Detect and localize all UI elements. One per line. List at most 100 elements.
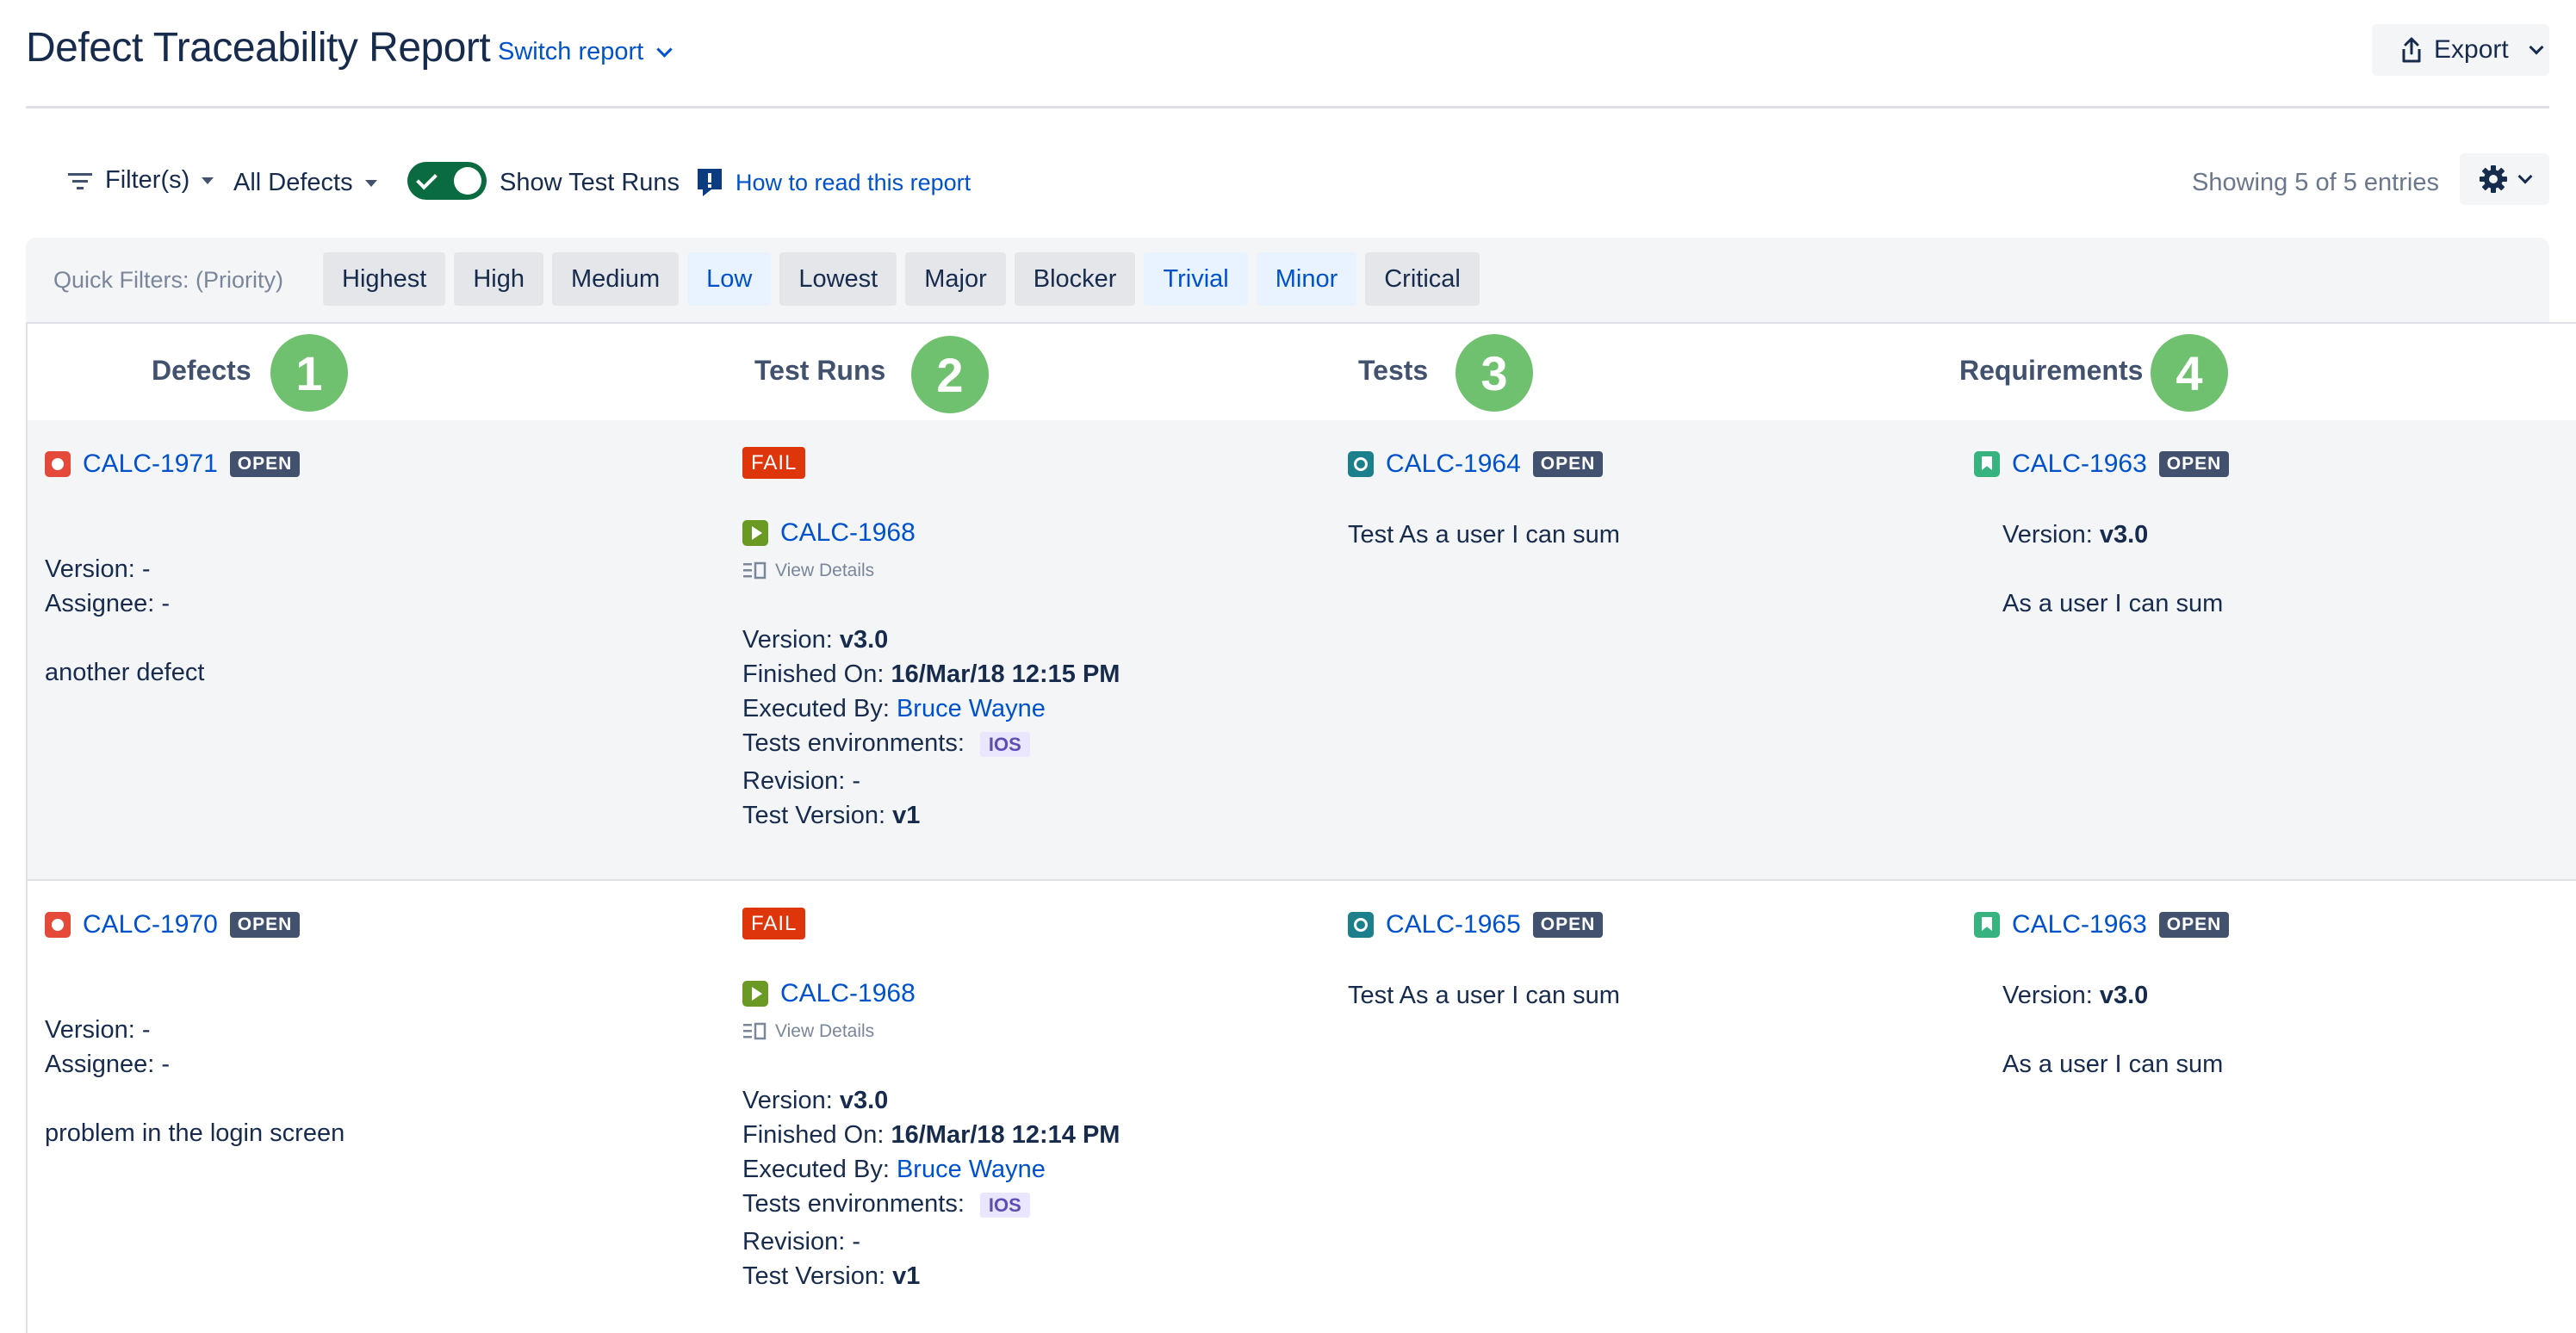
- status-badge: OPEN: [229, 912, 301, 938]
- test-run-key: CALC-1968: [780, 518, 916, 547]
- requirement-summary: As a user I can sum: [2002, 1051, 2224, 1078]
- requirement-version: Version: v3.0: [2002, 982, 2149, 1009]
- test-run-revision: Revision: -: [742, 1228, 861, 1256]
- how-to-read-link[interactable]: How to read this report: [696, 167, 971, 198]
- test-key-link[interactable]: CALC-1964 OPEN: [1348, 450, 1604, 479]
- defect-key: CALC-1971: [83, 450, 218, 478]
- quick-filter-minor[interactable]: Minor: [1256, 252, 1357, 306]
- show-test-runs-toggle[interactable]: [407, 162, 487, 200]
- status-badge: OPEN: [2158, 912, 2230, 938]
- table-row: [28, 883, 2576, 1333]
- bug-icon: [45, 451, 71, 477]
- step-badge-4: 4: [2151, 334, 2228, 412]
- table-row: [28, 420, 2576, 881]
- defect-version: Version: -: [45, 555, 151, 583]
- chevron-down-icon: [2529, 40, 2544, 55]
- settings-button[interactable]: [2460, 153, 2549, 205]
- requirement-key-link[interactable]: CALC-1963 OPEN: [1974, 450, 2230, 479]
- view-details-label: View Details: [775, 1021, 875, 1041]
- info-feedback-icon: [698, 169, 722, 196]
- fail-badge: FAIL: [742, 447, 806, 479]
- check-icon: [416, 168, 438, 190]
- defect-key: CALC-1970: [83, 910, 218, 939]
- filters-dropdown[interactable]: Filter(s): [67, 166, 214, 195]
- defect-key-link[interactable]: CALC-1970 OPEN: [45, 910, 301, 939]
- how-to-read-label: How to read this report: [736, 169, 971, 195]
- executed-by-user-link[interactable]: Bruce Wayne: [897, 695, 1046, 722]
- filter-icon: [68, 172, 92, 189]
- column-header-defects: Defects: [152, 355, 251, 386]
- gear-icon: [2480, 165, 2507, 193]
- test-icon: [1348, 912, 1374, 938]
- defect-summary: another defect: [45, 659, 205, 686]
- quick-filter-medium[interactable]: Medium: [551, 252, 680, 306]
- quick-filter-major[interactable]: Major: [905, 252, 1006, 306]
- quick-filters-bar: Quick Filters: (Priority) Highest High Med…: [26, 238, 2549, 322]
- test-run-executed-by: Executed By: Bruce Wayne: [742, 695, 1046, 722]
- test-run-environments: Tests environments: IOS: [742, 1190, 1030, 1218]
- test-run-key-link[interactable]: CALC-1968: [742, 518, 916, 548]
- defect-key-link[interactable]: CALC-1971 OPEN: [45, 450, 301, 479]
- column-header-requirements: Requirements: [1959, 355, 2144, 386]
- export-label: Export: [2434, 35, 2509, 64]
- test-run-result: FAIL: [742, 908, 806, 939]
- view-details-link[interactable]: View Details: [742, 1021, 874, 1042]
- step-badge-2: 2: [911, 336, 989, 413]
- environment-badge: IOS: [979, 732, 1030, 757]
- test-run-finished-on: Finished On: 16/Mar/18 12:14 PM: [742, 1121, 1120, 1149]
- defect-assignee: Assignee: -: [45, 590, 171, 617]
- story-icon: [1974, 912, 2000, 938]
- chevron-down-icon: [2517, 169, 2533, 184]
- view-details-link[interactable]: View Details: [742, 561, 874, 581]
- story-icon: [1974, 451, 2000, 477]
- all-defects-dropdown[interactable]: All Defects: [233, 169, 377, 197]
- view-details-label: View Details: [775, 561, 875, 580]
- fail-badge: FAIL: [742, 908, 806, 939]
- test-run-finished-on: Finished On: 16/Mar/18 12:15 PM: [742, 660, 1120, 688]
- requirement-summary: As a user I can sum: [2002, 590, 2224, 617]
- switch-report-label: Switch report: [498, 38, 644, 65]
- column-header-test-runs: Test Runs: [754, 355, 886, 386]
- quick-filter-blocker[interactable]: Blocker: [1014, 252, 1136, 306]
- requirement-version: Version: v3.0: [2002, 521, 2149, 549]
- caret-down-icon: [364, 179, 377, 187]
- quick-filter-trivial[interactable]: Trivial: [1144, 252, 1248, 306]
- test-key-link[interactable]: CALC-1965 OPEN: [1348, 910, 1604, 939]
- chevron-down-icon: [656, 41, 673, 58]
- test-run-test-version: Test Version: v1: [742, 1262, 921, 1290]
- defect-version: Version: -: [45, 1016, 151, 1044]
- switch-report-button[interactable]: Switch report: [498, 38, 673, 66]
- entries-count: Showing 5 of 5 entries: [2192, 169, 2439, 196]
- test-run-version: Version: v3.0: [742, 626, 889, 654]
- step-badge-3: 3: [1456, 334, 1533, 412]
- quick-filter-lowest[interactable]: Lowest: [779, 252, 897, 306]
- test-run-revision: Revision: -: [742, 767, 861, 795]
- details-icon: [743, 561, 767, 580]
- export-button[interactable]: Export: [2372, 24, 2549, 76]
- requirement-key-link[interactable]: CALC-1963 OPEN: [1974, 910, 2230, 939]
- test-run-version: Version: v3.0: [742, 1087, 889, 1114]
- defect-summary: problem in the login screen: [45, 1119, 345, 1147]
- quick-filter-critical[interactable]: Critical: [1365, 252, 1480, 306]
- test-key: CALC-1965: [1386, 910, 1521, 939]
- requirement-key: CALC-1963: [2012, 450, 2147, 478]
- filters-label: Filter(s): [105, 166, 190, 194]
- executed-by-user-link[interactable]: Bruce Wayne: [897, 1156, 1046, 1183]
- test-run-key-link[interactable]: CALC-1968: [742, 979, 916, 1008]
- all-defects-label: All Defects: [233, 169, 353, 196]
- details-icon: [743, 1022, 767, 1040]
- quick-filter-high[interactable]: High: [454, 252, 543, 306]
- show-test-runs-label: Show Test Runs: [500, 169, 680, 196]
- status-badge: OPEN: [2158, 451, 2230, 477]
- test-execution-icon: [742, 520, 768, 546]
- quick-filter-highest[interactable]: Highest: [323, 252, 446, 306]
- test-run-environments: Tests environments: IOS: [742, 729, 1030, 758]
- test-icon: [1348, 451, 1374, 477]
- requirement-key: CALC-1963: [2012, 910, 2147, 939]
- test-run-key: CALC-1968: [780, 979, 916, 1008]
- caret-down-icon: [202, 177, 214, 184]
- status-badge: OPEN: [229, 451, 301, 477]
- header-divider: [26, 106, 2549, 108]
- step-badge-1: 1: [270, 334, 348, 412]
- quick-filter-low[interactable]: Low: [687, 252, 772, 306]
